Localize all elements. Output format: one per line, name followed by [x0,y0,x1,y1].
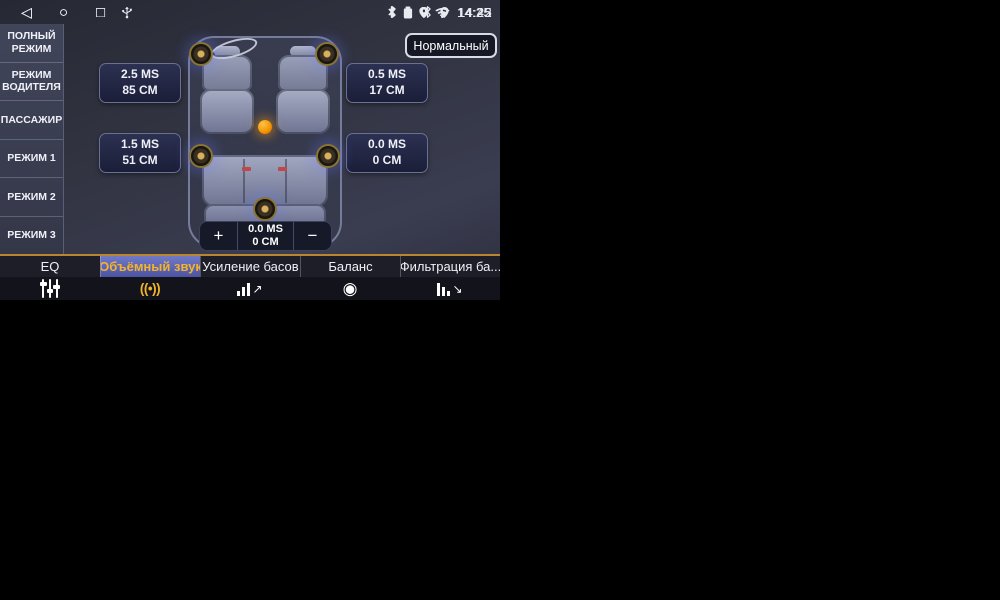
tab-label: Баланс [300,256,400,277]
delay-ms: 0.0 MS [368,137,406,153]
speaker-rear-left-icon[interactable] [189,144,213,168]
mode-item[interactable]: РЕЖИМ 2 [0,178,63,217]
delay-cm: 0 CM [373,153,402,169]
seatbelt-mark [278,167,287,171]
adjust-cm: 0 CM [252,236,278,249]
tab-label: Фильтрация ба... [400,256,500,277]
mode-item[interactable]: ПОЛНЫЙ РЕЖИМ [0,24,63,63]
speaker-front-right-icon[interactable] [315,42,339,66]
delay-rear-left-button[interactable]: 1.5 MS 51 CM [99,133,181,173]
mode-item[interactable]: ПАССАЖИР [0,101,63,140]
delay-adjust-control: + 0.0 MS 0 CM − [199,221,332,251]
delay-rear-right-button[interactable]: 0.0 MS 0 CM [346,133,428,173]
listening-position-dot[interactable] [258,120,272,134]
tab-surround-sound[interactable]: Объёмный звук((•)) [100,256,200,300]
battery-icon [404,6,413,19]
bass-boost-icon [200,277,300,300]
delay-cm: 51 CM [122,153,157,169]
delay-minus-button[interactable]: − [294,222,331,250]
delay-plus-button[interactable]: + [200,222,237,250]
surround-sound-icon: ((•)) [100,277,200,300]
tab-label: Усиление басов [200,256,300,277]
delay-adjust-value: 0.0 MS 0 CM [237,222,294,250]
speaker-subwoofer-icon[interactable] [253,197,277,221]
delay-ms: 0.5 MS [368,67,406,83]
eq-sliders-icon [0,277,100,300]
tab-label: Объёмный звук [100,256,200,277]
profile-chip[interactable]: Нормальный [405,33,497,58]
delay-cm: 85 CM [122,83,157,99]
tab-balance[interactable]: Баланс [300,256,400,300]
mode-item[interactable]: РЕЖИМ ВОДИТЕЛЯ [0,63,63,102]
delay-cm: 17 CM [369,83,404,99]
bluetooth-icon [387,5,398,19]
seatbelt-mark [242,167,251,171]
delay-front-left-button[interactable]: 2.5 MS 85 CM [99,63,181,103]
location-icon [419,6,430,19]
four-screen-grid: 14:25 87.5091.6095.7099.80103.90108.00 F… [0,0,1000,600]
soundfield-screen: 14:25 ПОЛНЫЙ РЕЖИМРЕЖИМ ВОДИТЕЛЯПАССАЖИР… [0,0,500,300]
status-time: 14:25 [458,5,492,20]
nav-back-icon[interactable] [8,4,45,21]
speaker-rear-right-icon[interactable] [316,144,340,168]
nav-home-icon[interactable] [45,4,82,21]
delay-ms: 1.5 MS [121,137,159,153]
audio-tab-bar: EQОбъёмный звук((•))Усиление басовБаланс… [0,254,500,300]
tab-eq-sliders[interactable]: EQ [0,256,100,300]
mode-item[interactable]: РЕЖИМ 3 [0,217,63,255]
balance-icon [300,277,400,300]
delay-front-right-button[interactable]: 0.5 MS 17 CM [346,63,428,103]
listening-mode-list: ПОЛНЫЙ РЕЖИМРЕЖИМ ВОДИТЕЛЯПАССАЖИРРЕЖИМ … [0,24,64,254]
tab-bass-boost[interactable]: Усиление басов [200,256,300,300]
adjust-ms: 0.0 MS [248,223,283,236]
wifi-icon [436,7,450,18]
system-status-icons [387,5,450,19]
speaker-front-left-icon[interactable] [189,42,213,66]
nav-recent-icon[interactable] [82,4,119,21]
tab-filter[interactable]: Фильтрация ба... [400,256,500,300]
tab-label: EQ [0,256,100,277]
mode-item[interactable]: РЕЖИМ 1 [0,140,63,179]
delay-ms: 2.5 MS [121,67,159,83]
status-bar: 14:25 [0,0,500,24]
filter-icon [400,277,500,300]
